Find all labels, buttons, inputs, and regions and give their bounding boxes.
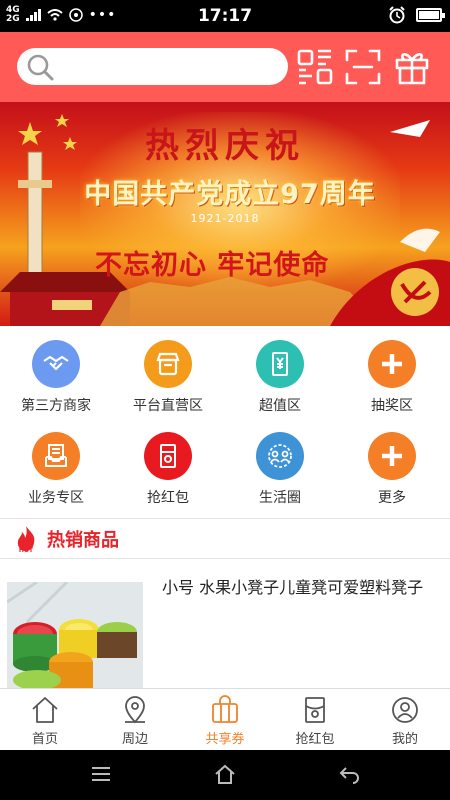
category-life-circle[interactable]: 生活圈 <box>224 418 336 508</box>
category-more[interactable]: 更多 <box>336 418 448 508</box>
category-grid: 第三方商家 平台直营区 超值区 抽奖区 业务专区 抢红包 生活圈 更多 <box>0 326 450 516</box>
tab-mine[interactable]: 我的 <box>360 689 450 750</box>
category-label: 更多 <box>378 490 406 506</box>
category-label: 平台直营区 <box>133 398 203 414</box>
tab-home[interactable]: 首页 <box>0 689 90 750</box>
search-box[interactable] <box>17 48 288 85</box>
tab-label: 首页 <box>31 732 58 747</box>
handshake-icon <box>32 340 80 388</box>
bottom-tab-bar: 首页 周边 共享券 抢红包 我的 <box>0 688 450 750</box>
product-title[interactable]: 小号 水果小凳子儿童凳可爱塑料凳子 <box>162 574 440 598</box>
document-tray-icon <box>32 432 80 480</box>
product-item[interactable]: 小号 水果小凳子儿童凳可爱塑料凳子 <box>0 562 450 688</box>
back-icon[interactable] <box>338 763 360 785</box>
alarm-icon <box>389 6 405 24</box>
home-nav-icon[interactable] <box>214 763 236 785</box>
category-value[interactable]: 超值区 <box>224 326 336 416</box>
top-header <box>0 32 450 102</box>
category-label: 抢红包 <box>147 490 189 506</box>
plus-icon <box>368 340 416 388</box>
tab-label: 共享券 <box>205 732 245 747</box>
banner-years: 1921-2018 <box>190 212 260 225</box>
banner-title: 热烈庆祝 <box>145 126 305 166</box>
category-red-packet[interactable]: 抢红包 <box>112 418 224 508</box>
menu-icon[interactable] <box>90 763 112 785</box>
red-packet-icon <box>144 432 192 480</box>
product-image[interactable] <box>7 582 143 688</box>
category-lottery[interactable]: 抽奖区 <box>336 326 448 416</box>
category-label: 超值区 <box>259 398 301 414</box>
category-business[interactable]: 业务专区 <box>0 418 112 508</box>
user-icon <box>392 697 418 723</box>
qrcode-icon[interactable] <box>296 48 334 86</box>
battery-icon <box>416 8 445 22</box>
shopping-bag-icon <box>212 695 238 723</box>
category-platform[interactable]: 平台直营区 <box>112 326 224 416</box>
hot-section-header: HOT 热销商品 <box>0 519 450 559</box>
tab-red-packet[interactable]: 抢红包 <box>270 689 360 750</box>
banner-slogan: 不忘初心 牢记使命 <box>95 250 330 281</box>
store-icon <box>144 340 192 388</box>
category-label: 业务专区 <box>28 490 84 506</box>
banner-subtitle: 中国共产党成立97周年 <box>84 179 376 210</box>
category-label: 抽奖区 <box>371 398 413 414</box>
system-nav-bar <box>0 750 450 800</box>
receipt-yen-icon <box>256 340 304 388</box>
status-right <box>388 6 445 24</box>
tab-nearby[interactable]: 周边 <box>90 689 180 750</box>
tab-label: 周边 <box>121 732 148 747</box>
category-third-party[interactable]: 第三方商家 <box>0 326 112 416</box>
gift-icon[interactable] <box>393 48 431 86</box>
hot-flame-icon: HOT <box>17 526 35 554</box>
red-packet-icon <box>305 697 325 723</box>
plus-icon <box>368 432 416 480</box>
tab-shared-coupon[interactable]: 共享券 <box>180 689 270 750</box>
section-divider <box>0 558 450 559</box>
category-label: 第三方商家 <box>21 398 91 414</box>
hot-section-title: 热销商品 <box>47 530 119 551</box>
tab-label: 抢红包 <box>295 732 335 747</box>
people-circle-icon <box>256 432 304 480</box>
home-icon <box>32 697 58 723</box>
category-label: 生活圈 <box>259 490 301 506</box>
scan-icon[interactable] <box>344 48 382 86</box>
search-icon <box>27 54 54 80</box>
hot-badge: HOT <box>19 547 34 554</box>
promo-banner[interactable]: 热烈庆祝 中国共产党成立97周年 1921-2018 不忘初心 牢记使命 <box>0 102 450 326</box>
location-pin-icon <box>125 696 145 724</box>
tab-label: 我的 <box>391 732 418 747</box>
search-input[interactable] <box>55 51 288 82</box>
status-time: 17:17 <box>197 6 253 26</box>
status-bar: 4G 2G ••• 17:17 <box>0 0 450 32</box>
